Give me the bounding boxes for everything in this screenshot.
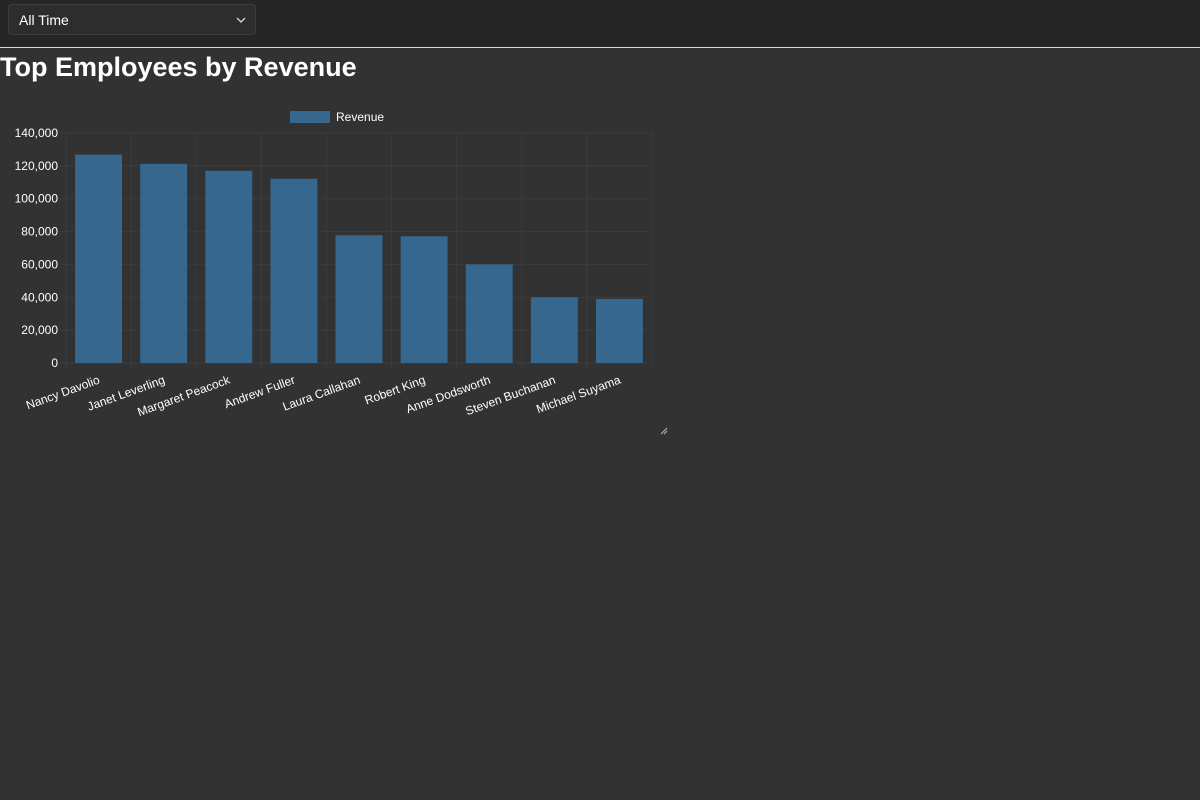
bar [335,235,383,363]
bar [270,178,318,363]
top-toolbar: All Time [0,0,1200,48]
time-range-selected: All Time [19,12,69,28]
y-tick-label: 20,000 [21,323,58,337]
resize-handle-icon[interactable] [660,427,668,435]
y-tick-label: 0 [51,356,58,370]
y-tick-label: 120,000 [15,159,59,173]
page-title: Top Employees by Revenue [0,52,357,82]
y-tick-label: 80,000 [21,225,58,239]
y-tick-label: 40,000 [21,290,58,304]
revenue-chart: Revenue 0 20,000 40,000 60,000 80,000 100,000 1… [0,100,670,436]
bar [75,154,122,363]
bar [205,170,253,363]
time-range-dropdown[interactable]: All Time [8,4,256,35]
bar [400,236,448,363]
y-tick-label: 60,000 [21,257,58,271]
revenue-chart-svg: Revenue 0 20,000 40,000 60,000 80,000 100,000 1… [15,110,653,419]
y-tick-label: 100,000 [15,192,59,206]
bar [140,163,188,363]
bar [596,298,643,363]
bar [530,297,578,363]
bar [465,264,513,363]
chevron-down-icon [236,17,246,23]
y-tick-label: 140,000 [15,126,59,140]
legend-swatch [290,111,330,123]
legend-label: Revenue [336,110,384,124]
